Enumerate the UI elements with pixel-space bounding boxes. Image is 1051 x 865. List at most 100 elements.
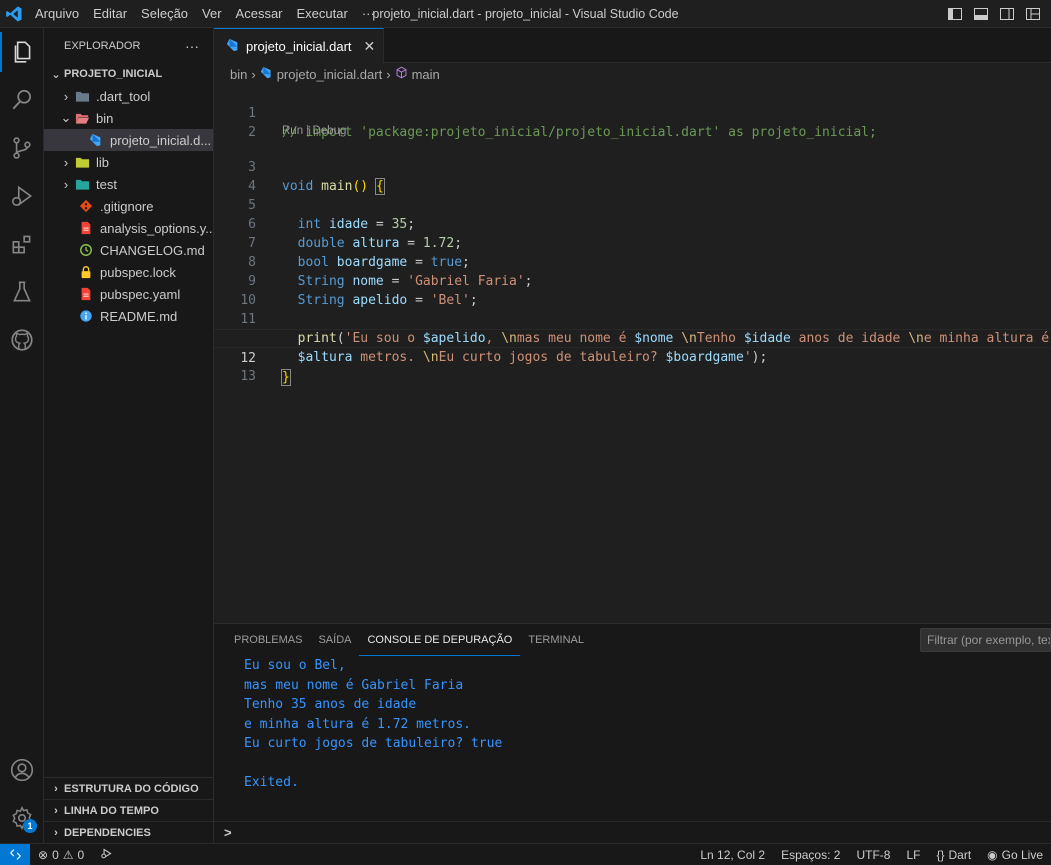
tree-item-projeto-inicial-dart[interactable]: projeto_inicial.d... xyxy=(44,129,213,151)
tree-item-readme[interactable]: README.md xyxy=(44,305,213,327)
code-line: 2 xyxy=(214,104,1051,140)
method-cube-icon xyxy=(395,66,408,82)
dart-icon xyxy=(88,132,104,148)
toggle-primary-sidebar-icon[interactable] xyxy=(947,6,963,22)
tree-item-dart-tool[interactable]: › .dart_tool xyxy=(44,85,213,107)
tree-item-label: lib xyxy=(96,154,110,170)
tree-item-label: test xyxy=(96,176,117,192)
tree-item-changelog[interactable]: CHANGELOG.md xyxy=(44,239,213,261)
close-icon[interactable]: ✕ xyxy=(364,38,376,55)
breadcrumb-file[interactable]: projeto_inicial.dart xyxy=(277,67,383,82)
explorer-more-button[interactable]: ··· xyxy=(185,38,199,54)
yaml-icon xyxy=(78,220,94,236)
code-line: 8 String nome = 'Gabriel Faria'; xyxy=(214,234,1051,289)
customize-layout-icon[interactable] xyxy=(1025,6,1041,22)
debug-status[interactable] xyxy=(92,847,121,863)
tree-item-analysis-options[interactable]: analysis_options.y... xyxy=(44,217,213,239)
section-dependencies[interactable]: › DEPENDENCIES xyxy=(44,821,214,843)
indentation[interactable]: Espaços: 2 xyxy=(773,848,848,862)
tree-item-lib[interactable]: › lib xyxy=(44,151,213,173)
tree-item-label: projeto_inicial.d... xyxy=(110,132,212,148)
lock-icon xyxy=(78,264,94,280)
project-folder-header[interactable]: ⌄ PROJETO_INICIAL xyxy=(44,63,213,85)
language-mode[interactable]: {} Dart xyxy=(928,848,979,862)
vscode-logo-icon xyxy=(0,0,28,28)
menu-bar: Arquivo Editar Seleção Ver Acessar Execu… xyxy=(28,0,382,28)
tab-problemas[interactable]: PROBLEMAS xyxy=(226,624,310,656)
menu-ver[interactable]: Ver xyxy=(195,0,229,28)
menu-arquivo[interactable]: Arquivo xyxy=(28,0,86,28)
breadcrumb-main[interactable]: main xyxy=(412,67,440,82)
manage-gear-icon[interactable]: 1 xyxy=(0,796,44,840)
tab-projeto-inicial-dart[interactable]: projeto_inicial.dart ✕ xyxy=(214,28,385,63)
source-control-icon[interactable] xyxy=(0,126,44,170)
breadcrumb-bin[interactable]: bin xyxy=(230,67,247,82)
chevron-right-icon: › xyxy=(386,66,391,82)
menu-executar[interactable]: Executar xyxy=(290,0,355,28)
tree-item-label: .dart_tool xyxy=(96,88,151,104)
cursor-position[interactable]: Ln 12, Col 2 xyxy=(692,848,773,862)
repl-input[interactable]: > xyxy=(214,821,1051,843)
tab-terminal[interactable]: TERMINAL xyxy=(520,624,592,656)
section-timeline[interactable]: › LINHA DO TEMPO xyxy=(44,799,214,821)
line-number: 13 xyxy=(240,369,256,384)
extensions-icon[interactable] xyxy=(0,222,44,266)
encoding[interactable]: UTF-8 xyxy=(848,848,898,862)
folder-icon xyxy=(74,154,90,170)
remote-indicator-icon[interactable] xyxy=(0,843,30,865)
toggle-panel-icon[interactable] xyxy=(973,6,989,22)
repl-prompt-icon: > xyxy=(224,825,232,840)
tree-item-pubspec-lock[interactable]: pubspec.lock xyxy=(44,261,213,283)
breadcrumb: bin › projeto_inicial.dart › main xyxy=(214,63,1051,85)
tab-console-depuracao[interactable]: CONSOLE DE DEPURAÇÃO xyxy=(359,624,521,656)
menu-editar[interactable]: Editar xyxy=(86,0,134,28)
section-timeline-label: LINHA DO TEMPO xyxy=(64,804,159,817)
menu-more-button[interactable]: ··· xyxy=(355,0,382,28)
menu-acessar[interactable]: Acessar xyxy=(229,0,290,28)
tree-item-pubspec-yaml[interactable]: pubspec.yaml xyxy=(44,283,213,305)
notification-badge: 1 xyxy=(23,819,37,833)
console-line: e minha altura é 1.72 metros. xyxy=(244,716,471,732)
code-line: 5 int idade = 35; xyxy=(214,177,1051,232)
chevron-right-icon: › xyxy=(63,154,69,170)
tree-item-gitignore[interactable]: .gitignore xyxy=(44,195,213,217)
section-outline[interactable]: › ESTRUTURA DO CÓDIGO xyxy=(44,777,214,799)
console-filter-input[interactable]: Filtrar (por exemplo, tex xyxy=(920,628,1051,652)
warning-icon: ⚠ xyxy=(62,847,74,862)
code-line: 13 xyxy=(214,348,1051,384)
code-line: $altura metros. \nEu curto jogos de tabu… xyxy=(297,350,768,365)
problems-status[interactable]: ⊗ 0 ⚠ 0 xyxy=(30,848,92,862)
codelens-run-debug[interactable]: Run | Debug xyxy=(282,125,346,137)
code-line: 7 bool boardgame = true; xyxy=(214,215,1051,270)
explorer-header: EXPLORADOR ··· xyxy=(44,28,213,63)
warning-count: 0 xyxy=(77,847,85,862)
account-icon[interactable] xyxy=(0,748,44,792)
github-icon[interactable] xyxy=(0,318,44,362)
tree-item-label: pubspec.lock xyxy=(100,264,176,280)
tab-saida[interactable]: SAÍDA xyxy=(310,624,359,656)
testing-icon[interactable] xyxy=(0,270,44,314)
go-live-button[interactable]: ◉ Go Live xyxy=(979,848,1051,862)
tree-item-bin[interactable]: ⌄ bin xyxy=(44,107,213,129)
editor-area: projeto_inicial.dart ✕ bin › projeto_ini… xyxy=(214,28,1051,623)
tree-item-label: CHANGELOG.md xyxy=(100,242,205,258)
run-debug-icon[interactable] xyxy=(0,174,44,218)
toggle-secondary-sidebar-icon[interactable] xyxy=(999,6,1015,22)
tree-item-label: .gitignore xyxy=(100,198,154,214)
folder-open-icon xyxy=(74,110,90,126)
explorer-icon[interactable] xyxy=(0,30,44,74)
code-line: 11 print('Eu sou o $apelido, \nmas meu n… xyxy=(214,291,1051,346)
folder-icon xyxy=(74,176,90,192)
explorer-sidebar: EXPLORADOR ··· ⌄ PROJETO_INICIAL › .dart… xyxy=(44,28,214,843)
chevron-down-icon: ⌄ xyxy=(51,68,61,81)
tree-item-label: bin xyxy=(96,110,114,126)
menu-selecao[interactable]: Seleção xyxy=(134,0,195,28)
status-bar: ⊗ 0 ⚠ 0 Ln 12, Col 2 Espaços: 2 UTF-8 LF… xyxy=(0,843,1051,865)
search-icon[interactable] xyxy=(0,78,44,122)
explorer-title: EXPLORADOR xyxy=(64,39,141,52)
bottom-panel: PROBLEMAS SAÍDA CONSOLE DE DEPURAÇÃO TER… xyxy=(214,623,1051,843)
tree-item-test[interactable]: › test xyxy=(44,173,213,195)
end-of-line[interactable]: LF xyxy=(898,848,928,862)
chevron-down-icon: ⌄ xyxy=(60,110,72,125)
